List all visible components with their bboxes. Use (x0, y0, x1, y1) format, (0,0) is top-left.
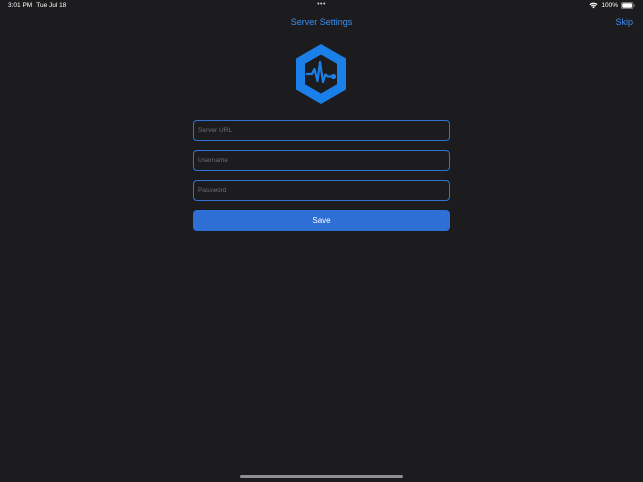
wifi-icon (589, 2, 598, 9)
status-time-group: 3:01 PM Tue Jul 18 (8, 2, 66, 9)
status-bar: 3:01 PM Tue Jul 18 ••• 100% (0, 0, 643, 12)
home-indicator[interactable] (240, 475, 403, 478)
save-button[interactable]: Save (193, 210, 450, 231)
server-settings-form: Save (193, 120, 450, 231)
skip-button[interactable]: Skip (615, 17, 633, 27)
battery-percent: 100% (601, 2, 618, 9)
battery-icon (621, 2, 635, 9)
multitasking-dots[interactable]: ••• (317, 1, 326, 8)
hexagon-pulse-icon (292, 41, 350, 107)
server-url-input[interactable] (193, 120, 450, 141)
status-time: 3:01 PM (8, 2, 33, 9)
password-input[interactable] (193, 180, 450, 201)
status-date: Tue Jul 18 (36, 2, 67, 9)
username-input[interactable] (193, 150, 450, 171)
page-title: Server Settings (290, 17, 353, 27)
status-right: 100% (589, 2, 635, 9)
